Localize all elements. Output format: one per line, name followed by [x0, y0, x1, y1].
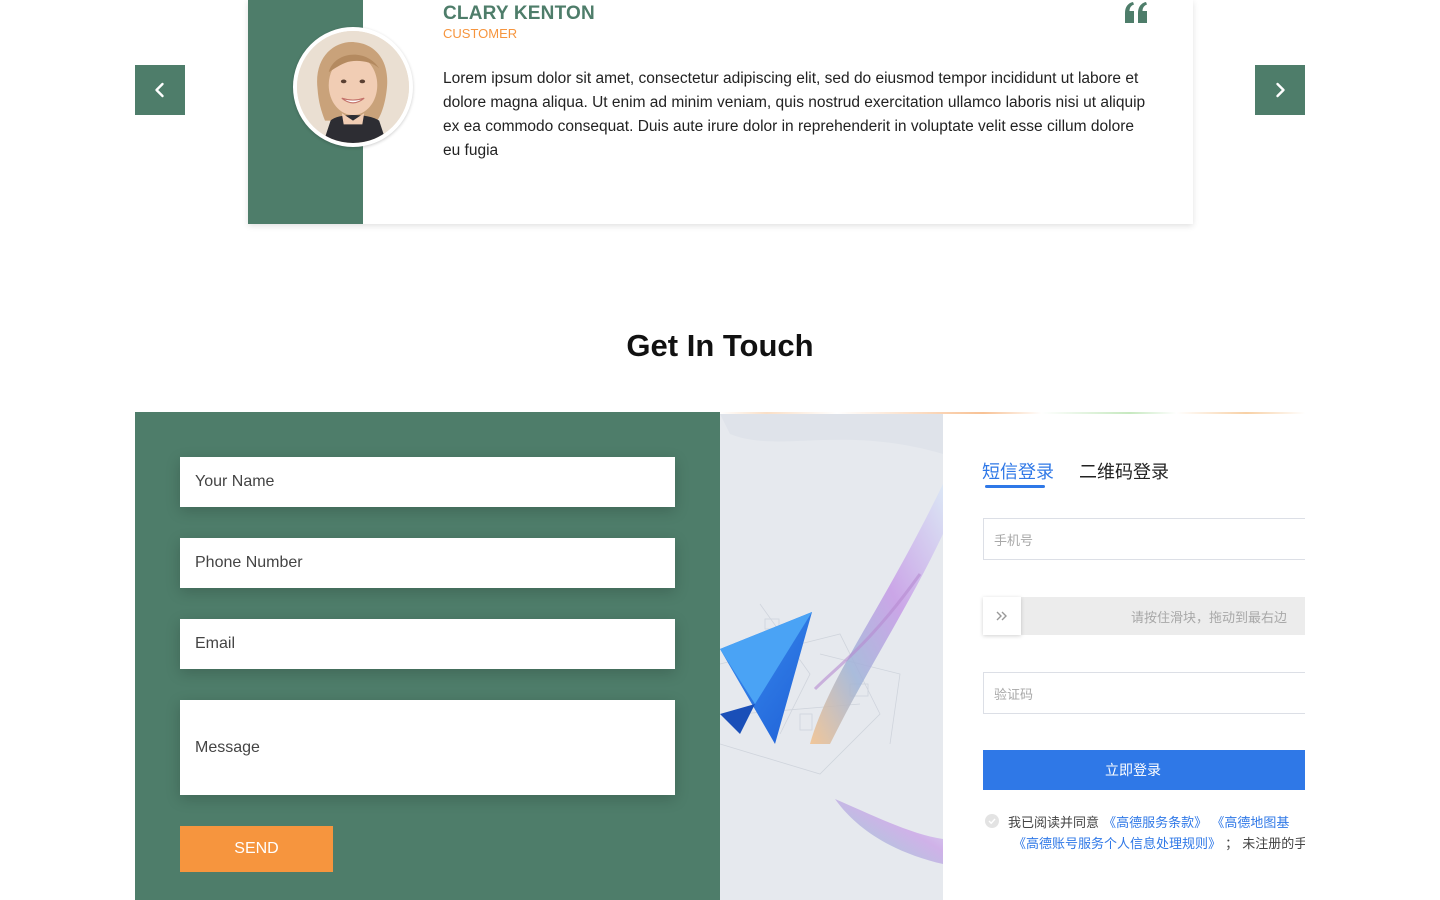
carousel-next-button[interactable]	[1255, 65, 1305, 115]
testimonial-name: CLARY KENTON	[443, 3, 595, 24]
terms-link[interactable]: 《高德服务条款》	[1103, 816, 1207, 831]
testimonial-card: CLARY KENTON CUSTOMER Lorem ipsum dolor …	[248, 0, 1193, 224]
quote-icon	[1125, 2, 1147, 23]
send-button[interactable]: SEND	[180, 826, 333, 872]
privacy-rules-link[interactable]: 《高德账号服务个人信息处理规则》	[1013, 837, 1221, 852]
agreement-suffix: ； 未注册的手	[1225, 837, 1305, 852]
map-terms-link[interactable]: 《高德地图基	[1211, 816, 1289, 831]
check-circle-icon	[988, 818, 996, 825]
agreement-prefix: 我已阅读并同意	[1008, 816, 1100, 831]
phone-field[interactable]: Phone Number	[180, 538, 675, 588]
double-chevron-right-icon	[996, 611, 1007, 621]
carousel-prev-button[interactable]	[135, 65, 185, 115]
embedded-login-frame: 短信登录 二维码登录 手机号 请按住滑块，拖动到最右边 验证码 立即登录 我已阅…	[720, 412, 1305, 900]
email-field[interactable]: Email	[180, 619, 675, 669]
verification-code-input[interactable]: 验证码	[983, 672, 1305, 714]
avatar	[293, 27, 413, 147]
slider-hint: 请按住滑块，拖动到最右边	[1130, 611, 1287, 626]
message-field[interactable]: Message	[180, 700, 675, 795]
testimonial-role: CUSTOMER	[443, 26, 518, 41]
slider-handle[interactable]	[983, 597, 1021, 635]
tab-sms-login[interactable]: 短信登录	[982, 458, 1054, 484]
login-button[interactable]: 立即登录	[983, 750, 1305, 790]
contact-form: Your Name Phone Number Email Message SEN…	[135, 412, 720, 900]
phone-number-input[interactable]: 手机号	[983, 518, 1305, 560]
section-title: Get In Touch	[626, 328, 814, 363]
chevron-left-icon	[155, 82, 164, 98]
agreement-text: 我已阅读并同意 《高德服务条款》 《高德地图基	[1008, 812, 1289, 831]
captcha-slider[interactable]: 请按住滑块，拖动到最右边	[983, 597, 1305, 635]
active-tab-indicator	[985, 485, 1045, 488]
tab-qr-login[interactable]: 二维码登录	[1079, 458, 1169, 484]
agree-checkbox[interactable]	[985, 814, 999, 828]
testimonial-quote: Lorem ipsum dolor sit amet, consectetur …	[443, 70, 1146, 159]
login-illustration	[720, 414, 943, 900]
login-panel: 短信登录 二维码登录 手机号 请按住滑块，拖动到最右边 验证码 立即登录 我已阅…	[943, 414, 1305, 900]
agreement-text-line2: 《高德账号服务个人信息处理规则》 ； 未注册的手	[1013, 833, 1305, 852]
chevron-right-icon	[1276, 82, 1285, 98]
name-field[interactable]: Your Name	[180, 457, 675, 507]
